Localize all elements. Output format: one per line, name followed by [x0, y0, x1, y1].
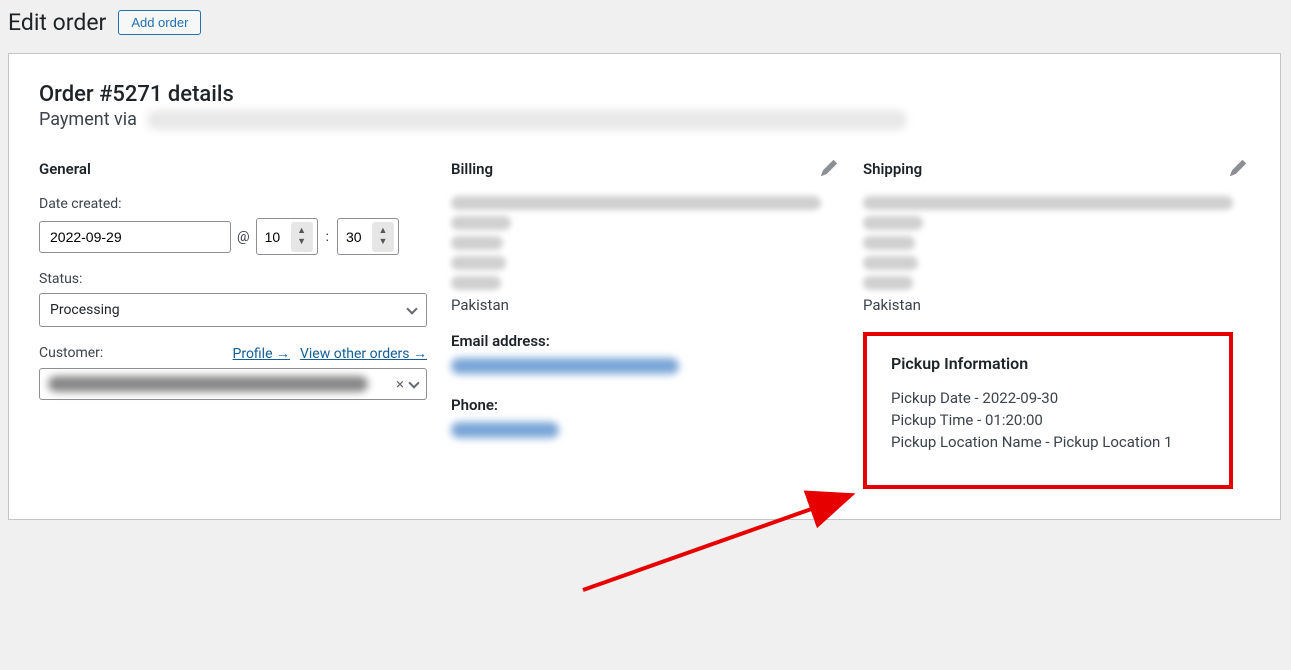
- shipping-column: Shipping Pakistan Pickup Information Pic…: [863, 160, 1250, 489]
- order-title: Order #5271 details: [39, 82, 1250, 107]
- spinner-up-icon[interactable]: ▲: [297, 226, 306, 237]
- status-value: Processing: [50, 302, 120, 318]
- add-order-button[interactable]: Add order: [118, 10, 201, 35]
- customer-label: Customer:: [39, 345, 103, 362]
- edit-billing-icon[interactable]: [821, 160, 837, 180]
- date-input[interactable]: [39, 221, 231, 253]
- page-header: Edit order Add order: [0, 0, 1291, 45]
- customer-select[interactable]: ×: [39, 368, 427, 400]
- customer-select-controls: ×: [396, 375, 418, 393]
- pickup-heading: Pickup Information: [891, 354, 1205, 373]
- spinner-up-icon[interactable]: ▲: [379, 226, 388, 237]
- customer-label-row: Customer: Profile → View other orders →: [39, 345, 427, 362]
- pickup-information-box: Pickup Information Pickup Date - 2022-09…: [863, 332, 1233, 489]
- spinner-down-icon[interactable]: ▼: [379, 237, 388, 248]
- pickup-location: Pickup Location Name - Pickup Location 1: [891, 433, 1205, 451]
- view-other-orders-link[interactable]: View other orders →: [300, 345, 427, 362]
- at-symbol: @: [237, 229, 250, 245]
- hour-input[interactable]: [265, 229, 291, 245]
- pickup-time: Pickup Time - 01:20:00: [891, 411, 1205, 429]
- shipping-country: Pakistan: [863, 296, 1250, 314]
- pickup-date: Pickup Date - 2022-09-30: [891, 389, 1205, 407]
- billing-email-redacted[interactable]: [451, 358, 679, 374]
- general-heading: General: [39, 160, 451, 178]
- general-column: General Date created: @ ▲ ▼ : ▲: [39, 160, 451, 489]
- profile-link[interactable]: Profile →: [233, 345, 290, 362]
- email-label: Email address:: [451, 332, 863, 350]
- billing-phone-redacted[interactable]: [451, 422, 559, 438]
- page-title: Edit order: [8, 9, 106, 36]
- date-created-label: Date created:: [39, 196, 451, 212]
- time-colon: :: [326, 229, 329, 245]
- clear-customer-icon[interactable]: ×: [396, 375, 404, 393]
- phone-label: Phone:: [451, 396, 863, 414]
- annotation-arrow-icon: [573, 490, 873, 610]
- payment-method-redacted: [147, 110, 907, 130]
- minute-spinner[interactable]: ▲ ▼: [372, 222, 394, 252]
- details-columns: General Date created: @ ▲ ▼ : ▲: [39, 160, 1250, 489]
- spinner-down-icon[interactable]: ▼: [297, 237, 306, 248]
- status-select[interactable]: Processing: [39, 293, 427, 327]
- hour-stepper[interactable]: ▲ ▼: [256, 218, 318, 255]
- minute-stepper[interactable]: ▲ ▼: [337, 218, 399, 255]
- chevron-down-icon[interactable]: [408, 377, 419, 388]
- edit-shipping-icon[interactable]: [1230, 160, 1246, 180]
- billing-heading: Billing: [451, 160, 863, 178]
- minute-input[interactable]: [346, 229, 372, 245]
- shipping-address-redacted: [863, 196, 1233, 290]
- payment-via-row: Payment via: [39, 109, 1250, 130]
- status-label: Status:: [39, 271, 451, 287]
- billing-country: Pakistan: [451, 296, 863, 314]
- billing-address-redacted: [451, 196, 821, 290]
- hour-spinner[interactable]: ▲ ▼: [291, 222, 313, 252]
- customer-links: Profile → View other orders →: [233, 345, 428, 362]
- shipping-heading: Shipping: [863, 160, 1250, 178]
- customer-value-redacted: [48, 376, 368, 392]
- date-created-row: @ ▲ ▼ : ▲ ▼: [39, 218, 451, 255]
- order-panel: Order #5271 details Payment via General …: [8, 53, 1281, 520]
- payment-via-label: Payment via: [39, 109, 137, 130]
- billing-column: Billing Pakistan Email address: Phone:: [451, 160, 863, 489]
- chevron-down-icon: [406, 303, 417, 314]
